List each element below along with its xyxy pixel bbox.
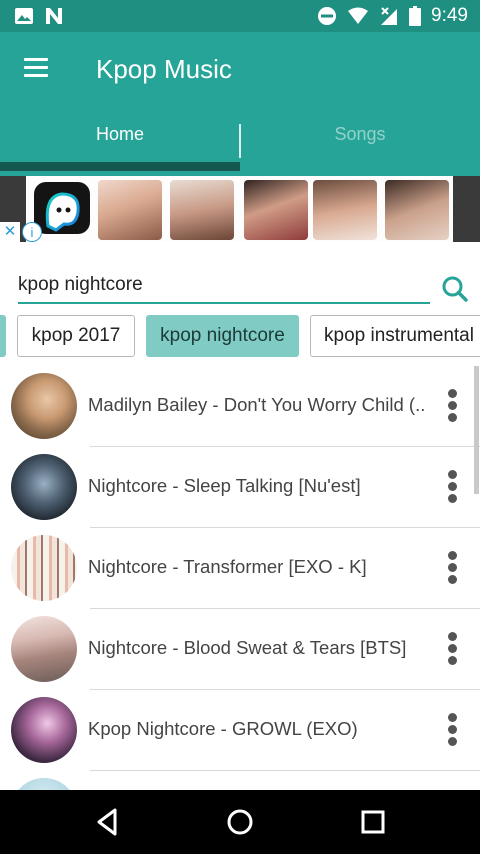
tab-home[interactable]: Home — [0, 124, 240, 145]
status-left — [14, 6, 64, 26]
search-icon — [442, 276, 468, 302]
song-title: Kpop Nightcore - GROWL (EXO) — [88, 718, 358, 739]
menu-icon — [24, 58, 48, 61]
song-thumbnail — [11, 616, 77, 682]
chip-partial[interactable] — [0, 315, 6, 357]
status-right: 9:49 — [317, 5, 468, 27]
back-button[interactable] — [87, 804, 127, 840]
chip-kpop-instrumental[interactable]: kpop instrumental — [310, 315, 480, 357]
ad-banner[interactable] — [0, 176, 480, 242]
do-not-disturb-icon — [318, 7, 337, 25]
ad-thumbnail — [385, 180, 449, 240]
chip-kpop-nightcore[interactable]: kpop nightcore — [146, 315, 299, 357]
list-item[interactable]: Madilyn Bailey - Don't You Worry Child (… — [0, 366, 480, 447]
list-item[interactable]: Nightcore - Sleep Talking [Nu'est] — [0, 447, 480, 528]
ad-thumbnail — [98, 180, 162, 240]
more-options-icon[interactable] — [440, 710, 466, 750]
dot — [448, 575, 457, 584]
list-item[interactable]: Nightcore - Transformer [EXO - K] — [0, 528, 480, 609]
dot — [448, 563, 457, 572]
menu-icon-line — [24, 74, 48, 77]
dot — [448, 713, 457, 722]
dot — [448, 551, 457, 560]
list-item[interactable]: Nightcore - Blood Sweat & Tears [BTS] — [0, 609, 480, 690]
dot — [448, 470, 457, 479]
dot — [448, 389, 457, 398]
ad-thumbnail — [313, 180, 377, 240]
wifi-icon — [348, 7, 369, 24]
ad-thumbnail — [170, 180, 234, 240]
song-thumbnail — [11, 454, 77, 520]
dot — [448, 656, 457, 665]
ad-close-icon[interactable]: ✕ — [0, 222, 20, 242]
song-title: Madilyn Bailey - Don't You Worry Child (… — [88, 394, 426, 415]
more-options-icon[interactable] — [440, 467, 466, 507]
song-list: Madilyn Bailey - Don't You Worry Child (… — [0, 366, 480, 790]
menu-icon-line — [24, 66, 48, 69]
status-bar: 9:49 — [0, 0, 480, 32]
search-input[interactable] — [18, 272, 430, 304]
song-thumbnail — [11, 373, 77, 439]
n-app-icon — [46, 8, 62, 24]
song-title: Nightcore - Blood Sweat & Tears [BTS] — [88, 637, 407, 658]
song-thumbnail — [11, 535, 77, 601]
list-scrollbar[interactable] — [474, 366, 479, 494]
menu-button[interactable] — [22, 56, 52, 80]
dot — [448, 632, 457, 641]
recents-button[interactable] — [353, 804, 393, 840]
app-bar: Kpop Music Home Songs — [0, 32, 480, 176]
ad-info-icon[interactable]: i — [22, 222, 42, 242]
more-options-icon[interactable] — [440, 629, 466, 669]
home-icon — [227, 809, 253, 835]
home-button[interactable] — [220, 804, 260, 840]
signal-icon — [381, 7, 398, 25]
ad-app-logo — [34, 182, 90, 234]
dot — [448, 413, 457, 422]
list-item[interactable] — [0, 771, 480, 790]
tab-songs[interactable]: Songs — [240, 124, 480, 145]
ad-thumbnail — [244, 180, 308, 240]
screen: 9:49 Kpop Music Home Songs ✕ i kpop nigh… — [0, 0, 480, 854]
more-options-icon[interactable] — [440, 386, 466, 426]
more-options-icon[interactable] — [440, 548, 466, 588]
dot — [448, 737, 457, 746]
chip-kpop-2017[interactable]: kpop 2017 — [17, 315, 135, 357]
recents-icon — [361, 810, 385, 834]
song-title: Nightcore - Sleep Talking [Nu'est] — [88, 475, 361, 496]
battery-icon — [409, 6, 422, 26]
song-thumbnail — [11, 697, 77, 763]
status-time: 9:49 — [431, 5, 468, 26]
image-icon — [15, 8, 33, 24]
list-item[interactable]: Kpop Nightcore - GROWL (EXO) — [0, 690, 480, 771]
dot — [448, 482, 457, 491]
back-icon — [97, 808, 117, 836]
dot — [448, 725, 457, 734]
search-button[interactable] — [440, 274, 470, 304]
dot — [448, 494, 457, 503]
ad-content[interactable] — [26, 176, 453, 242]
song-thumbnail — [11, 778, 77, 790]
dot — [448, 644, 457, 653]
song-title: Nightcore - Transformer [EXO - K] — [88, 556, 367, 577]
app-title: Kpop Music — [96, 54, 232, 84]
dot — [448, 401, 457, 410]
nav-bar — [0, 790, 480, 854]
tab-indicator — [0, 162, 240, 171]
